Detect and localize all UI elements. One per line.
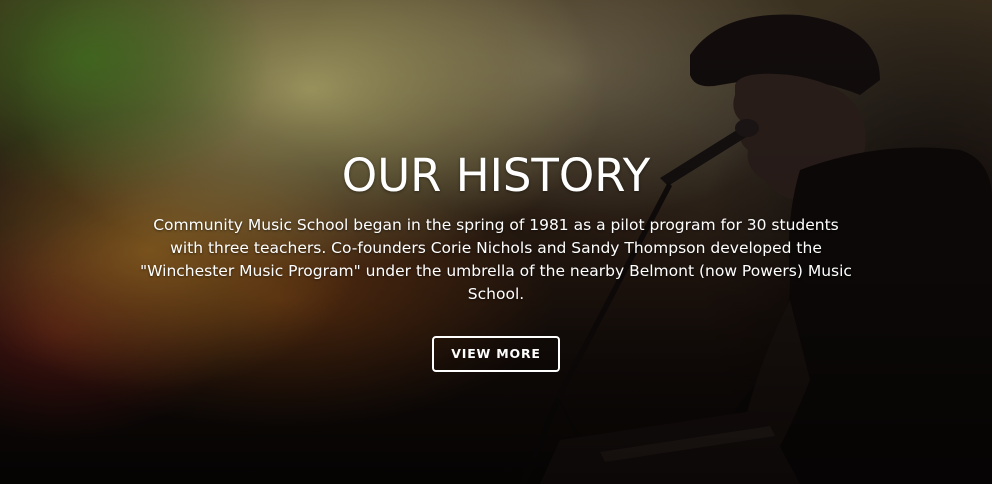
hero-banner: OUR HISTORY Community Music School began… <box>0 0 992 484</box>
page-title: OUR HISTORY <box>341 149 651 202</box>
history-description: Community Music School began in the spri… <box>140 216 852 303</box>
view-more-button[interactable]: VIEW MORE <box>432 336 560 372</box>
hero-content: OUR HISTORY Community Music School began… <box>0 148 992 372</box>
